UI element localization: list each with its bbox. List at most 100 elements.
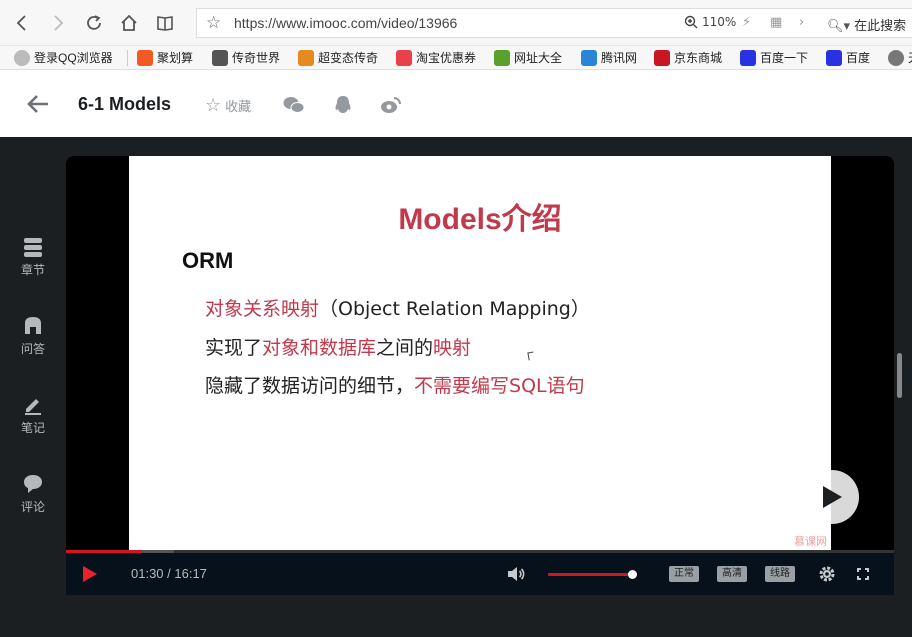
user-avatar-icon [14, 49, 30, 66]
sidebar-item-chapters[interactable]: 章节 [13, 235, 53, 278]
wechat-icon[interactable] [283, 95, 305, 115]
bookmark-label: 登录QQ浏览器 [34, 51, 113, 65]
time-display: 01:30 / 16:17 [131, 566, 207, 581]
reader-mode-icon[interactable] [154, 12, 176, 34]
page-title: 6-1 Models [78, 94, 172, 114]
flash-icon[interactable]: ⚡ [742, 15, 751, 30]
forward-icon[interactable] [47, 12, 69, 34]
bookmark-label: 百度一下 [760, 51, 809, 65]
slide-text: 不需要编写SQL语句 [414, 375, 585, 397]
bookmark-star-icon[interactable]: ☆ [206, 14, 221, 32]
slide-text: （Object Relation Mapping） [319, 298, 590, 320]
slide-line-2: 实现了对象和数据库之间的映射 [205, 333, 471, 360]
reload-icon[interactable] [83, 12, 105, 34]
url-text[interactable]: https://www.imooc.com/video/13966 [234, 15, 457, 31]
search-icon: 🔍︎▾ [827, 19, 851, 34]
bookmark-item[interactable]: 百度一下 [740, 49, 808, 66]
bookmark-item[interactable]: 登录QQ浏览器 [14, 49, 113, 66]
sidebar-label: 问答 [20, 342, 45, 356]
sidebar-label: 章节 [20, 263, 45, 277]
sidebar-label: 笔记 [20, 421, 45, 435]
slide-line-3: 隐藏了数据访问的细节，不需要编写SQL语句 [205, 371, 585, 398]
bookmark-label: 百度 [846, 51, 871, 65]
bookmark-item[interactable]: 聚划算 [137, 49, 193, 66]
search-placeholder: 在此搜索 [854, 19, 907, 34]
address-bar[interactable]: ☆ https://www.imooc.com/video/13966 110%… [196, 8, 912, 38]
sidebar-item-qa[interactable]: 问答 [13, 314, 53, 357]
hao123-icon [494, 49, 510, 66]
notes-icon [25, 399, 41, 415]
bookmarks-bar: 登录QQ浏览器 聚划算 传奇世界 超变态传奇 淘宝优惠券 网址大全 腾讯网 京东商城 百度一下 百… [0, 46, 912, 70]
bookmark-label: 传奇世界 [232, 51, 281, 65]
bookmark-label: 腾讯网 [601, 51, 638, 65]
player-stage: 章节 问答 笔记 评论 Models介绍 ORM 对象关系映射（Object R… [0, 137, 912, 637]
bookmark-item[interactable]: 网址大全 [494, 49, 562, 66]
speed-button[interactable]: 正常 [669, 566, 699, 582]
bookmark-item[interactable]: 腾讯网 [581, 49, 637, 66]
qq-icon[interactable] [332, 95, 354, 115]
coupon-icon [396, 49, 412, 66]
weibo-icon[interactable] [380, 95, 402, 115]
line-button[interactable]: 线路 [765, 566, 795, 582]
bookmark-item[interactable]: 天 [888, 49, 912, 66]
settings-gear-icon[interactable] [817, 564, 837, 584]
bookmark-item[interactable]: 超变态传奇 [298, 49, 378, 66]
favorite-button[interactable]: ☆ 收藏 [205, 96, 251, 115]
bookmark-separator [127, 50, 128, 66]
game-icon [298, 49, 314, 66]
sidebar-item-notes[interactable]: 笔记 [13, 393, 53, 436]
slide-text: 隐藏了数据访问的细节， [205, 375, 415, 397]
tencent-icon [581, 49, 597, 66]
page-header: 6-1 Models ☆ 收藏 [0, 71, 912, 137]
bookmark-item[interactable]: 京东商城 [654, 49, 722, 66]
game-icon [212, 49, 228, 66]
baidu-icon [740, 49, 756, 66]
page-scrollbar[interactable] [897, 353, 902, 398]
chevron-right-icon[interactable]: › [799, 15, 804, 30]
volume-knob[interactable] [627, 570, 637, 579]
qa-icon [25, 317, 41, 334]
jd-icon [654, 49, 670, 66]
slide-text: 对象和数据库 [262, 337, 377, 359]
bookmark-item[interactable]: 淘宝优惠券 [396, 49, 476, 66]
comment-icon [24, 475, 42, 493]
bookmark-item[interactable]: 百度 [826, 49, 870, 66]
slide-heading: ORM [182, 248, 234, 273]
bookmark-label: 超变态传奇 [318, 51, 379, 65]
fullscreen-icon[interactable] [853, 564, 873, 584]
big-play-button[interactable] [805, 470, 859, 524]
play-button[interactable] [82, 565, 98, 583]
baidu-icon [826, 49, 842, 66]
juhuasuan-icon [137, 49, 153, 66]
slide-text: 之间的 [376, 337, 434, 359]
star-icon: ☆ [205, 94, 222, 116]
globe-icon [888, 49, 904, 66]
zoom-indicator[interactable]: 110% [684, 15, 736, 29]
back-arrow-icon[interactable] [26, 93, 50, 115]
slide-text: 映射 [433, 337, 472, 359]
video-player[interactable]: Models介绍 ORM 对象关系映射（Object Relation Mapp… [66, 156, 894, 595]
chapters-icon [24, 238, 42, 257]
volume-icon[interactable] [506, 564, 526, 584]
imooc-watermark: 慕课网 [794, 535, 827, 548]
slide-text: 对象关系映射 [205, 298, 320, 320]
quality-button[interactable]: 高清 [717, 566, 747, 582]
bookmark-label: 淘宝优惠券 [416, 51, 477, 65]
sidebar-label: 评论 [20, 500, 45, 514]
player-controls: 01:30 / 16:17 正常 高清 线路 [66, 553, 894, 595]
search-input[interactable]: 🔍︎▾ 在此搜索 [827, 15, 906, 34]
browser-toolbar: ☆ https://www.imooc.com/video/13966 110%… [0, 0, 912, 46]
favorite-label: 收藏 [225, 100, 252, 115]
play-icon [823, 486, 842, 508]
bookmark-label: 京东商城 [674, 51, 723, 65]
back-icon[interactable] [11, 12, 33, 34]
volume-slider[interactable] [548, 570, 637, 579]
home-icon[interactable] [118, 12, 140, 34]
bookmark-label: 网址大全 [514, 51, 563, 65]
zoom-level: 110% [702, 15, 737, 29]
sidebar-item-comment[interactable]: 评论 [13, 472, 53, 515]
slide-line-1: 对象关系映射（Object Relation Mapping） [205, 294, 590, 321]
bookmark-item[interactable]: 传奇世界 [212, 49, 280, 66]
qr-code-icon[interactable]: ▦ [770, 15, 782, 30]
zoom-icon [684, 15, 698, 29]
